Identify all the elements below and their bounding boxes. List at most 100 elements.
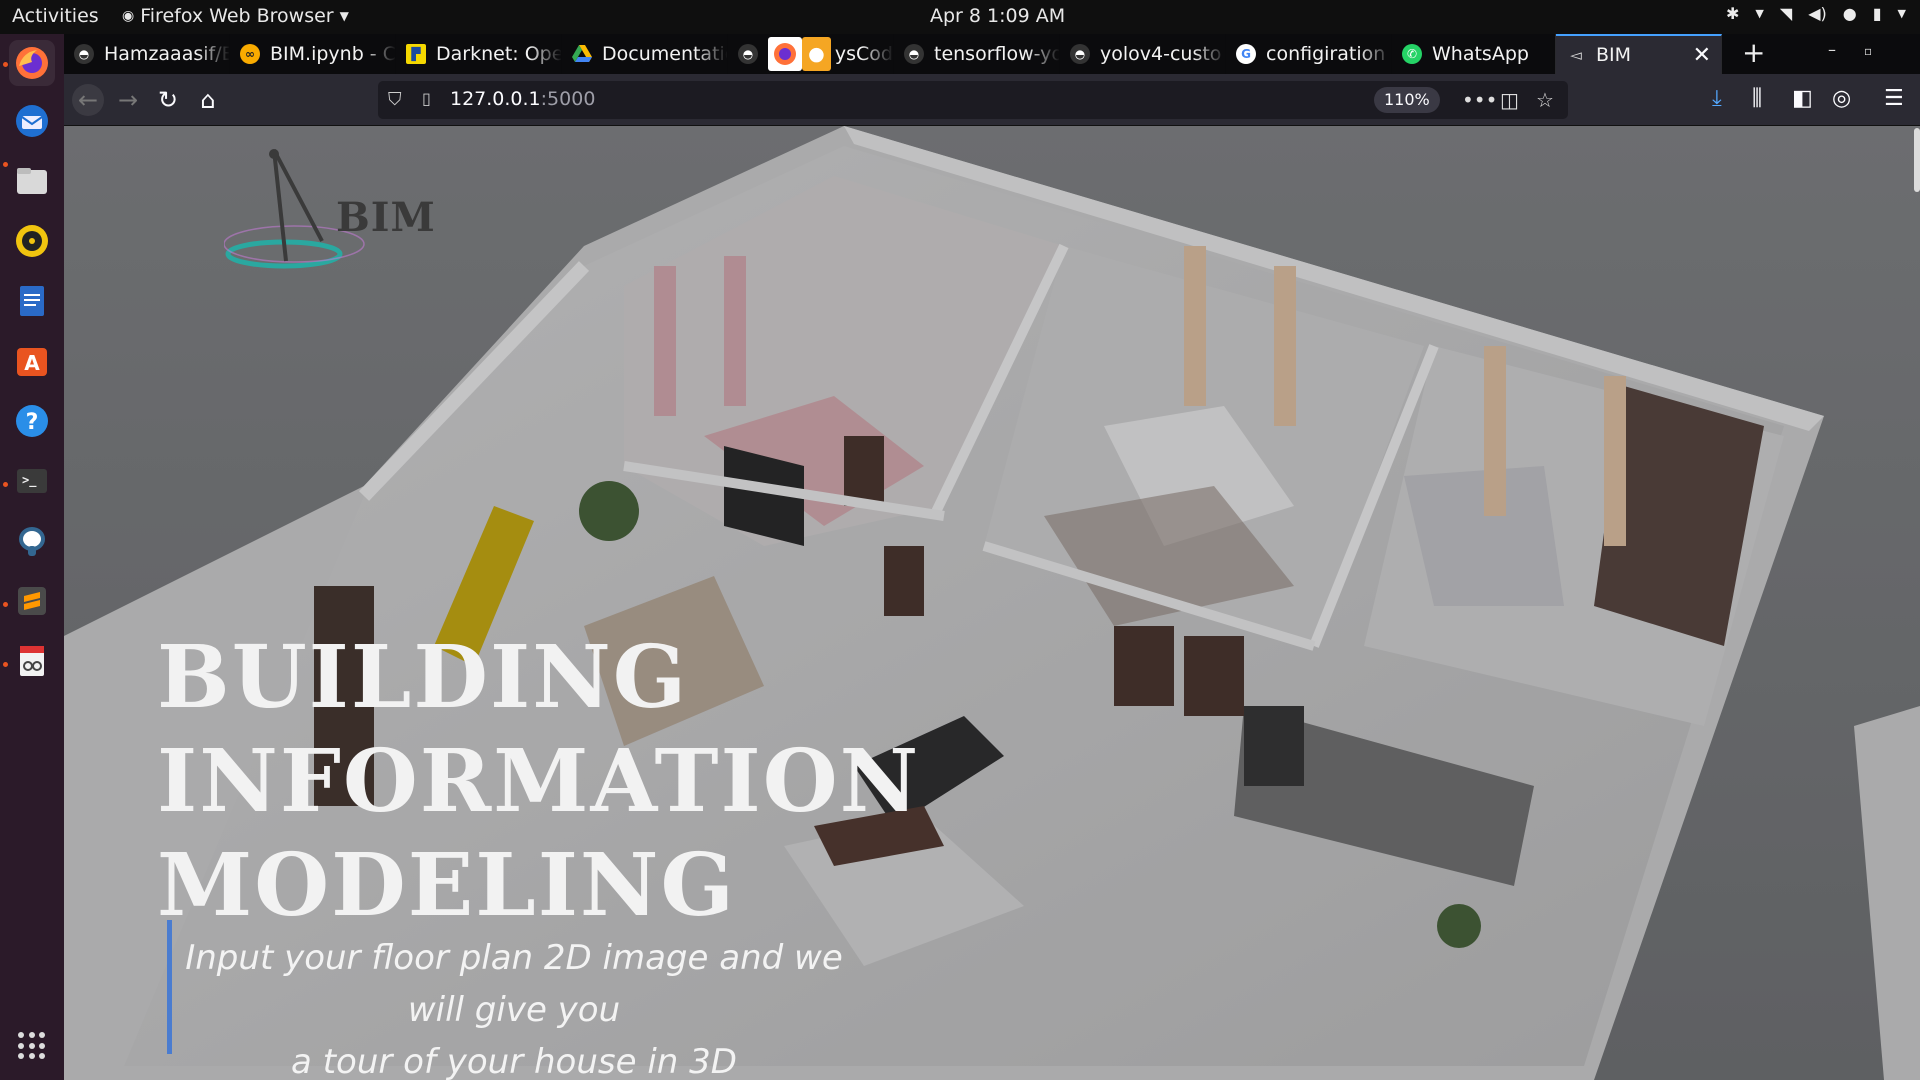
tab-label: yolov4-custo [1100, 43, 1222, 65]
firefox-small-icon: ◉ [122, 8, 135, 24]
thunderbird-icon[interactable] [9, 98, 55, 144]
app-menu[interactable]: ◉ Firefox Web Browser ▼ [122, 5, 349, 27]
restore-icon[interactable]: ▫ [1864, 44, 1872, 58]
software-center-icon[interactable]: A [9, 338, 55, 384]
sublime-text-icon[interactable] [9, 578, 55, 624]
app-menu-label: Firefox Web Browser [140, 5, 334, 27]
battery-icon[interactable]: ▮ [1873, 4, 1882, 23]
site-icon: ◅ [1570, 46, 1582, 64]
tab-label: WhatsApp [1432, 43, 1529, 65]
clock[interactable]: Apr 8 1:09 AM [930, 5, 1065, 27]
volume-icon[interactable]: ◀) [1808, 4, 1827, 23]
tab-colab[interactable]: ∞ BIM.ipynb - Co [230, 34, 396, 74]
url-bar[interactable]: ⛉ ▯ 127.0.0.1:5000 110% ••• ◫ ☆ [378, 81, 1568, 119]
downloads-icon[interactable]: ⤓ [1712, 86, 1722, 111]
bookmark-star-icon[interactable]: ☆ [1536, 88, 1554, 112]
sidebar-icon[interactable]: ◧ [1792, 86, 1813, 111]
writer-icon[interactable] [9, 278, 55, 324]
url-port: :5000 [540, 88, 596, 110]
github-icon: ◓ [738, 44, 758, 64]
minimize-icon[interactable]: – [1828, 40, 1836, 59]
reload-icon[interactable]: ↻ [152, 84, 184, 116]
hero-title: BUILDING INFORMATION MODELING [157, 626, 937, 938]
tracking-protection-icon[interactable]: ⛉ [388, 89, 402, 110]
hero-subtitle-line: a tour of your house in 3D [291, 1042, 737, 1080]
dock: A ? >_ [0, 34, 64, 1080]
firefox-icon[interactable] [9, 40, 55, 86]
tab-google-configiration[interactable]: G configiration [1226, 34, 1392, 74]
close-tab-icon[interactable]: ✕ [1693, 43, 1711, 68]
tab-label: tensorflow-yo [934, 43, 1060, 65]
zoom-indicator[interactable]: 110% [1374, 87, 1440, 113]
google-drive-icon [572, 44, 592, 64]
tab-label: BIM [1596, 44, 1632, 66]
help-icon[interactable]: ? [9, 398, 55, 444]
hero-title-line: INFORMATION [157, 731, 921, 832]
running-indicator [3, 162, 8, 167]
bim-logo[interactable]: BIM [223, 146, 444, 276]
whatsapp-icon: ✆ [1402, 44, 1422, 64]
tab-label: BIM.ipynb - Co [270, 43, 396, 65]
svg-text:>_: >_ [22, 473, 37, 488]
tab-bim[interactable]: ◅ BIM ✕ [1556, 34, 1722, 74]
github-icon: ◓ [904, 44, 924, 64]
colab-icon: ∞ [240, 44, 260, 64]
tab-github-tensorflow-yolo[interactable]: ◓ tensorflow-yo [894, 34, 1060, 74]
tab-github-hamzaaasif[interactable]: ◓ Hamzaaasif/B [64, 34, 230, 74]
tab-label: Darknet: Ope [436, 43, 562, 65]
github-icon: ◓ [1070, 44, 1090, 64]
account-icon[interactable]: ◎ [1832, 86, 1851, 111]
system-top-bar: Activities ◉ Firefox Web Browser ▼ Apr 8… [0, 0, 1920, 34]
microphone-sharing-icon[interactable]: ● [802, 37, 831, 71]
tab-label: ysCod [834, 43, 893, 65]
firefox-screen-share-icon[interactable] [768, 37, 802, 71]
microphone-icon[interactable]: ● [1843, 4, 1857, 23]
activities-button[interactable]: Activities [12, 5, 99, 27]
running-indicator [3, 482, 8, 487]
wifi-icon[interactable]: ◥ [1780, 4, 1792, 23]
forward-icon[interactable]: → [112, 84, 144, 116]
rhythmbox-icon[interactable] [9, 218, 55, 264]
scrollbar-thumb[interactable] [1914, 128, 1920, 192]
system-tray[interactable]: ✱ ▼ ◥ ◀) ● ▮ ▼ [1726, 4, 1906, 23]
page-scrollbar[interactable] [1914, 126, 1920, 1080]
pgadmin-icon[interactable] [9, 518, 55, 564]
hero-title-line: BUILDING [157, 627, 689, 728]
new-tab-icon[interactable]: + [1742, 36, 1765, 69]
google-icon: G [1236, 44, 1256, 64]
accessibility-icon[interactable]: ✱ [1726, 4, 1739, 23]
chevron-down-icon: ▼ [339, 9, 349, 23]
tab-documentation[interactable]: Documentatio [562, 34, 728, 74]
github-icon: ◓ [74, 44, 94, 64]
tab-github-yolov4-custom[interactable]: ◓ yolov4-custo [1060, 34, 1226, 74]
page-actions-icon[interactable]: ••• [1462, 88, 1497, 112]
files-icon[interactable] [9, 158, 55, 204]
power-menu-icon[interactable]: ▼ [1898, 7, 1906, 20]
tab-whatsapp[interactable]: ✆ WhatsApp [1392, 34, 1556, 74]
tab-label: configiration [1266, 43, 1386, 65]
home-icon[interactable]: ⌂ [192, 84, 224, 116]
pocket-icon[interactable]: ◫ [1500, 88, 1519, 112]
tab-label: Documentatio [602, 43, 728, 65]
svg-text:A: A [24, 351, 40, 375]
url-text[interactable]: 127.0.0.1:5000 [450, 88, 595, 110]
tab-label: Hamzaaasif/B [104, 43, 230, 65]
url-host: 127.0.0.1 [450, 88, 541, 110]
running-indicator [3, 62, 8, 67]
terminal-icon[interactable]: >_ [9, 458, 55, 504]
page-info-icon[interactable]: ▯ [422, 89, 431, 108]
pjreddie-icon: ▛ [406, 44, 426, 64]
hero-subtitle-line: Input your floor plan 2D image and we wi… [185, 938, 843, 1030]
back-icon[interactable]: ← [72, 84, 104, 116]
menu-icon[interactable]: ☰ [1884, 86, 1904, 111]
document-viewer-icon[interactable] [9, 638, 55, 684]
library-icon[interactable]: ⫼ [1752, 86, 1762, 111]
running-indicator [3, 662, 8, 667]
chevron-down-icon[interactable]: ▼ [1755, 7, 1763, 20]
tab-github-yscod[interactable]: ◓ ● ysCod [728, 34, 894, 74]
tab-darknet[interactable]: ▛ Darknet: Ope [396, 34, 562, 74]
hero-subtitle: Input your floor plan 2D image and we wi… [184, 932, 844, 1080]
show-applications-icon[interactable] [18, 1032, 46, 1060]
logo-text: BIM [336, 194, 436, 241]
hero-accent-rule [167, 920, 172, 1054]
